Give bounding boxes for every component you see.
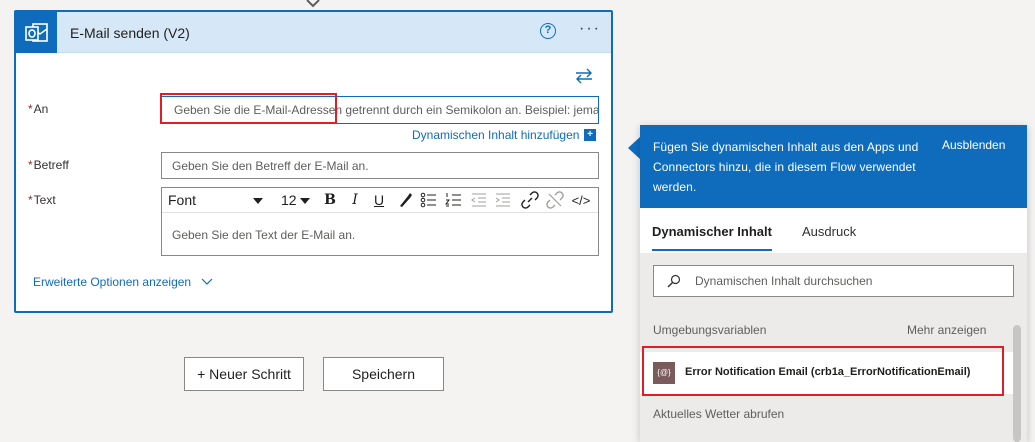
swap-icon[interactable] <box>574 68 594 84</box>
help-icon[interactable]: ? <box>540 23 556 39</box>
body-editor[interactable]: Font 12 B I U </> Geben Sie den Text der… <box>161 187 599 256</box>
show-advanced-options-link[interactable]: Erweiterte Optionen anzeigen <box>33 275 191 289</box>
panel-header: Fügen Sie dynamischen Inhalt aus den App… <box>640 125 1027 208</box>
panel-tabs: Dynamischer Inhalt Ausdruck <box>640 208 1027 253</box>
bullet-list-icon[interactable] <box>419 190 439 210</box>
unlink-icon[interactable] <box>545 190 565 210</box>
add-dynamic-content-plus-icon[interactable]: + <box>584 129 596 141</box>
numbered-list-icon[interactable] <box>444 190 464 210</box>
variable-icon: {@} <box>653 362 675 384</box>
code-view-button[interactable]: </> <box>569 190 593 210</box>
panel-scrollbar[interactable] <box>1013 325 1021 442</box>
underline-button[interactable]: U <box>369 190 389 210</box>
font-size-select[interactable]: 12 <box>281 192 297 208</box>
chevron-down-icon[interactable] <box>201 276 213 286</box>
new-step-button[interactable]: + Neuer Schritt <box>184 357 304 391</box>
to-label: *An <box>28 102 49 116</box>
decrease-indent-icon[interactable] <box>469 190 489 210</box>
subject-input[interactable]: Geben Sie den Betreff der E-Mail an. <box>161 152 599 179</box>
list-item[interactable]: {@} Error Notification Email (crb1a_Erro… <box>640 352 1020 394</box>
search-placeholder: Dynamischen Inhalt durchsuchen <box>695 274 873 288</box>
font-size-dropdown-icon[interactable] <box>300 196 310 206</box>
to-placeholder: Geben Sie die E-Mail-Adressen getrennt d… <box>174 103 599 117</box>
panel-description: Fügen Sie dynamischen Inhalt aus den App… <box>653 140 919 194</box>
body-label: *Text <box>28 193 56 207</box>
search-icon <box>667 274 681 288</box>
outlook-icon <box>16 12 57 53</box>
body-placeholder: Geben Sie den Text der E-Mail an. <box>172 228 356 242</box>
subject-placeholder: Geben Sie den Betreff der E-Mail an. <box>172 158 369 173</box>
increase-indent-icon[interactable] <box>493 190 513 210</box>
font-color-icon[interactable] <box>395 190 415 210</box>
tab-dynamic-content[interactable]: Dynamischer Inhalt <box>652 224 772 251</box>
link-icon[interactable] <box>520 190 540 210</box>
save-button[interactable]: Speichern <box>323 357 444 391</box>
font-dropdown-icon[interactable] <box>253 196 263 206</box>
tab-expression[interactable]: Ausdruck <box>802 224 856 239</box>
card-header[interactable]: E-Mail senden (V2) ? ··· <box>16 12 611 53</box>
italic-button[interactable]: I <box>345 190 365 210</box>
bold-button[interactable]: B <box>320 190 340 210</box>
card-title: E-Mail senden (V2) <box>70 25 190 41</box>
subject-label: *Betreff <box>28 158 69 172</box>
section-current-weather: Aktuelles Wetter abrufen <box>653 407 785 421</box>
list-item-label: Error Notification Email (crb1a_ErrorNot… <box>685 366 971 378</box>
panel-body: Dynamischen Inhalt durchsuchen Umgebungs… <box>640 253 1027 442</box>
dynamic-content-search-input[interactable]: Dynamischen Inhalt durchsuchen <box>653 265 1014 297</box>
show-more-link[interactable]: Mehr anzeigen <box>907 323 986 337</box>
panel-pointer <box>628 137 640 159</box>
connector-arrow-icon <box>306 0 320 8</box>
dynamic-content-panel: Fügen Sie dynamischen Inhalt aus den App… <box>640 125 1027 442</box>
font-select[interactable]: Font <box>168 192 196 208</box>
hide-panel-button[interactable]: Ausblenden <box>940 138 1006 152</box>
send-email-action-card: E-Mail senden (V2) ? ··· *An Geben Sie d… <box>14 10 613 313</box>
more-options-icon[interactable]: ··· <box>579 20 601 38</box>
editor-toolbar: Font 12 B I U </> <box>162 188 598 213</box>
add-dynamic-content-link[interactable]: Dynamischen Inhalt hinzufügen <box>412 128 579 142</box>
to-input[interactable]: Geben Sie die E-Mail-Adressen getrennt d… <box>161 96 599 124</box>
